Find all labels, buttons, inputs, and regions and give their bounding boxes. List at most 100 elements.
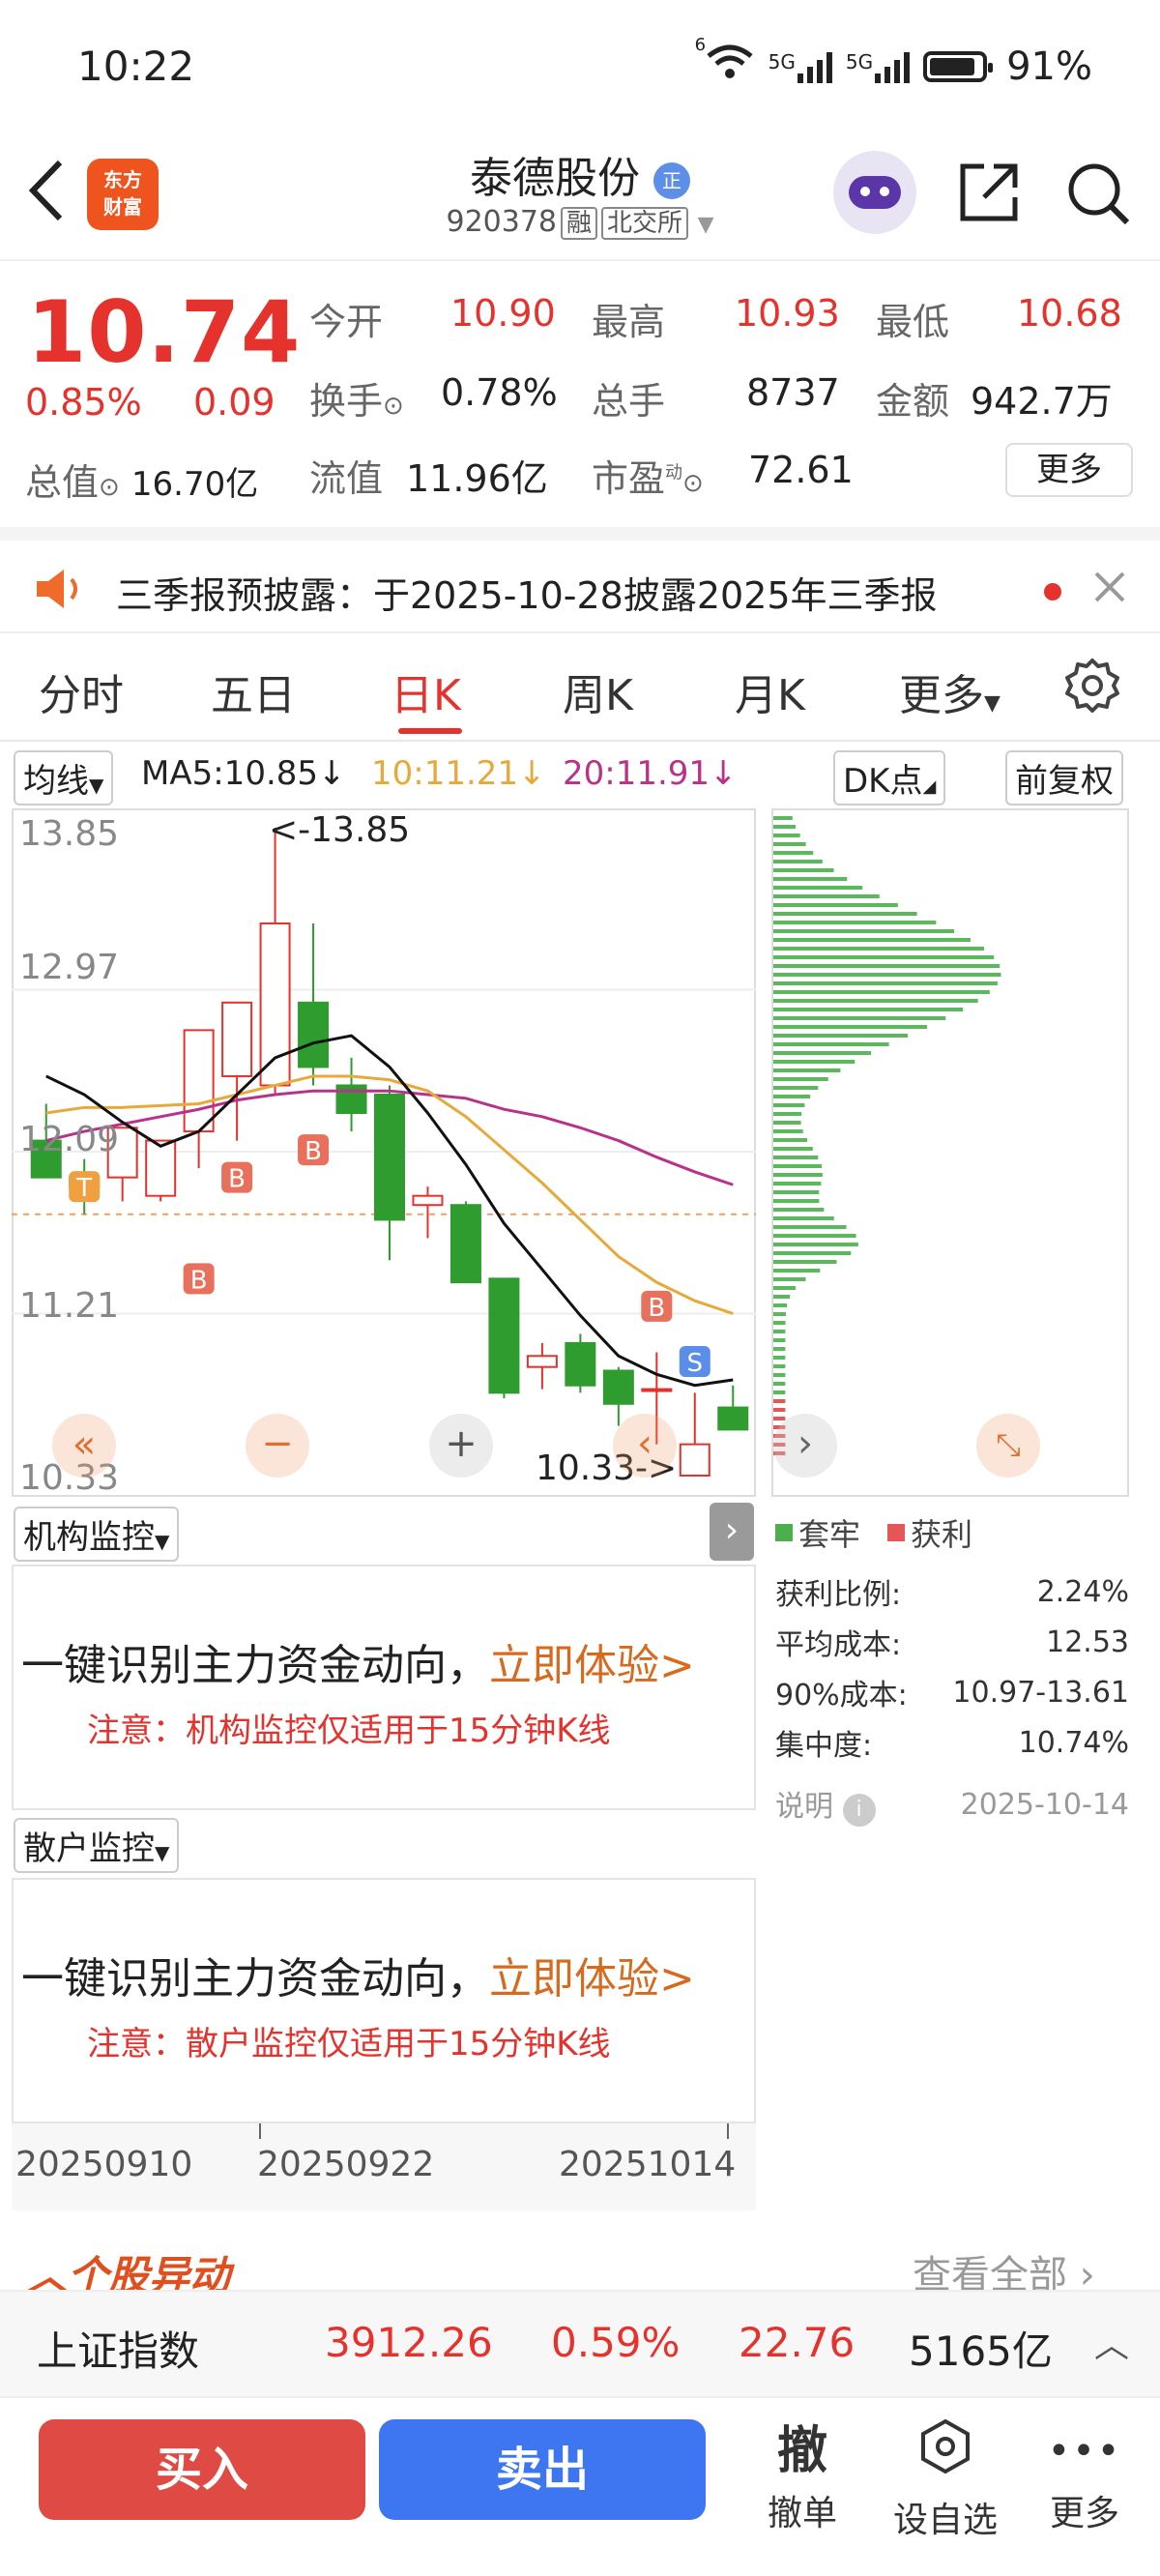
signal-label: B (648, 1294, 665, 1323)
network-label-1: 5G (768, 49, 796, 73)
chip-scroll-icon[interactable]: › (773, 1414, 837, 1478)
institution-panel[interactable]: 一键识别主力资金动向，立即体验> 注意：机构监控仅适用于15分钟K线 (12, 1565, 756, 1810)
tab-weekly-k[interactable]: 周K (563, 660, 633, 722)
amount-value: 942.7万 (971, 380, 1113, 423)
add-watchlist-button[interactable]: 设自选 (887, 2417, 1003, 2542)
badge-icon: 正 (653, 162, 690, 199)
chip-bar (773, 1243, 858, 1246)
retail-monitor-select[interactable]: 散户监控▼ (14, 1818, 180, 1873)
wifi-icon: 6 (695, 35, 755, 90)
x-tick (259, 2123, 261, 2139)
notice-bar[interactable]: 三季报预披露：于2025-10-28披露2025年三季报 (0, 527, 1160, 633)
chip-bar (773, 894, 880, 898)
more-button[interactable]: 更多 (1005, 443, 1133, 497)
volume-label: 总手 (592, 380, 666, 423)
chip-bar (773, 1338, 786, 1342)
signal-label: T (75, 1174, 92, 1203)
index-change: 22.76 (739, 2319, 856, 2366)
expand-panel-icon[interactable]: › (710, 1503, 754, 1561)
view-all-link[interactable]: 查看全部 › (913, 2243, 1095, 2290)
zoom-out-icon[interactable]: − (246, 1414, 309, 1478)
tab-more[interactable]: 更多▼ (899, 660, 1000, 722)
tab-intraday[interactable]: 分时 (39, 660, 124, 722)
chip-bar (773, 947, 984, 951)
note-button[interactable]: 说明 i (775, 1782, 876, 1827)
kline-svg: TBBBBS (12, 828, 756, 1477)
candle-body (526, 1355, 558, 1368)
chip-bar (773, 903, 898, 907)
search-icon[interactable] (1063, 159, 1133, 232)
chip-bar (773, 851, 814, 855)
chip-bar (773, 999, 978, 1003)
settings-icon[interactable] (1063, 657, 1121, 718)
low-value: 10.68 (1017, 292, 1122, 335)
share-icon[interactable] (955, 159, 1023, 230)
candle-body (298, 1001, 330, 1068)
index-value: 3912.26 (325, 2319, 493, 2366)
tab-five-day[interactable]: 五日 (211, 660, 296, 722)
info-icon[interactable]: ⊙ (99, 473, 120, 502)
chip-bar (773, 1042, 889, 1046)
chip-bar (773, 1295, 791, 1299)
indicator-label: 均线 (23, 762, 89, 801)
chip-svg (773, 816, 1001, 1455)
chip-bar (773, 1208, 825, 1212)
cancel-order-button[interactable]: 撤 撤单 (744, 2417, 860, 2535)
indicator-select[interactable]: 均线▼ (14, 750, 114, 805)
chip-bar (773, 1408, 786, 1412)
info-icon[interactable]: ⊙ (682, 469, 704, 498)
scroll-prev-icon[interactable]: ‹ (613, 1414, 677, 1478)
panel-cta: 一键识别主力资金动向，立即体验> (21, 1630, 695, 1692)
chip-bar (773, 877, 848, 881)
chip-bar (773, 1051, 872, 1055)
more-menu-button[interactable]: ••• 更多 (1027, 2417, 1143, 2535)
panel-title: 散户监控 (23, 1830, 155, 1868)
cta-link[interactable]: 立即体验> (489, 1641, 695, 1690)
sell-button[interactable]: 卖出 (379, 2419, 706, 2520)
section-header[interactable]: ︿个股异动 查看全部 › (0, 2220, 1160, 2290)
dropdown-icon: ▼ (697, 213, 714, 237)
dk-select[interactable]: DK点◢ (833, 750, 946, 805)
tab-daily-k[interactable]: 日K (391, 660, 461, 722)
chip-bar (773, 1321, 786, 1325)
scroll-left-icon[interactable]: « (52, 1414, 116, 1478)
cta-text: 一键识别主力资金动向， (21, 1954, 489, 2004)
info-icon: i (842, 1794, 876, 1827)
chevron-up-icon[interactable]: ︿ (1094, 2317, 1129, 2367)
zoom-in-icon[interactable]: + (429, 1414, 493, 1478)
tab-monthly-k[interactable]: 月K (735, 660, 805, 722)
cta-link[interactable]: 立即体验> (489, 1954, 695, 2004)
dropdown-icon: ▼ (155, 1530, 170, 1553)
retail-panel[interactable]: 一键识别主力资金动向，立即体验> 注意：散户监控仅适用于15分钟K线 (12, 1878, 756, 2123)
view-all-label: 查看全部 (913, 2253, 1067, 2290)
turnover-value: 0.78% (441, 371, 558, 414)
notice-text: 三季报预披露：于2025-10-28披露2025年三季报 (116, 574, 938, 617)
adjust-button[interactable]: 前复权 (1005, 750, 1123, 805)
buy-button[interactable]: 买入 (39, 2419, 365, 2520)
chip-bar (773, 1356, 786, 1360)
chip-bar (773, 1077, 828, 1081)
chip-bar (773, 1112, 802, 1116)
close-icon[interactable] (1090, 568, 1129, 610)
cta-text: 一键识别主力资金动向， (21, 1641, 489, 1690)
institution-monitor-select[interactable]: 机构监控▼ (14, 1507, 180, 1562)
chip-bar (773, 1234, 856, 1238)
assistant-avatar-icon[interactable] (833, 151, 916, 234)
signal-label: B (190, 1266, 208, 1295)
kline-chart[interactable]: TBBBBS 13.85 12.97 12.09 11.21 10.33 <-1… (12, 808, 756, 1498)
chip-bar (773, 1269, 821, 1273)
chip-bar (773, 1382, 786, 1386)
dk-label: DK点 (843, 762, 923, 801)
profit-ratio-label: 获利比例: (775, 1578, 902, 1612)
chip-bar (773, 1060, 856, 1064)
chip-bar (773, 1190, 820, 1194)
mktcap-row: 总值⊙ 16.70亿 (25, 453, 258, 506)
info-icon[interactable]: ⊙ (383, 392, 404, 421)
active-tab-indicator (398, 728, 462, 734)
watch-label: 设自选 (892, 2501, 998, 2540)
index-amount: 5165亿 (909, 2327, 1053, 2375)
section-title-row: ︿个股异动 (27, 2243, 230, 2290)
expand-icon[interactable]: ⤡ (976, 1414, 1040, 1478)
candle-body (259, 922, 291, 1087)
index-bar[interactable]: 上证指数 3912.26 0.59% 22.76 5165亿 ︿ (0, 2290, 1160, 2396)
